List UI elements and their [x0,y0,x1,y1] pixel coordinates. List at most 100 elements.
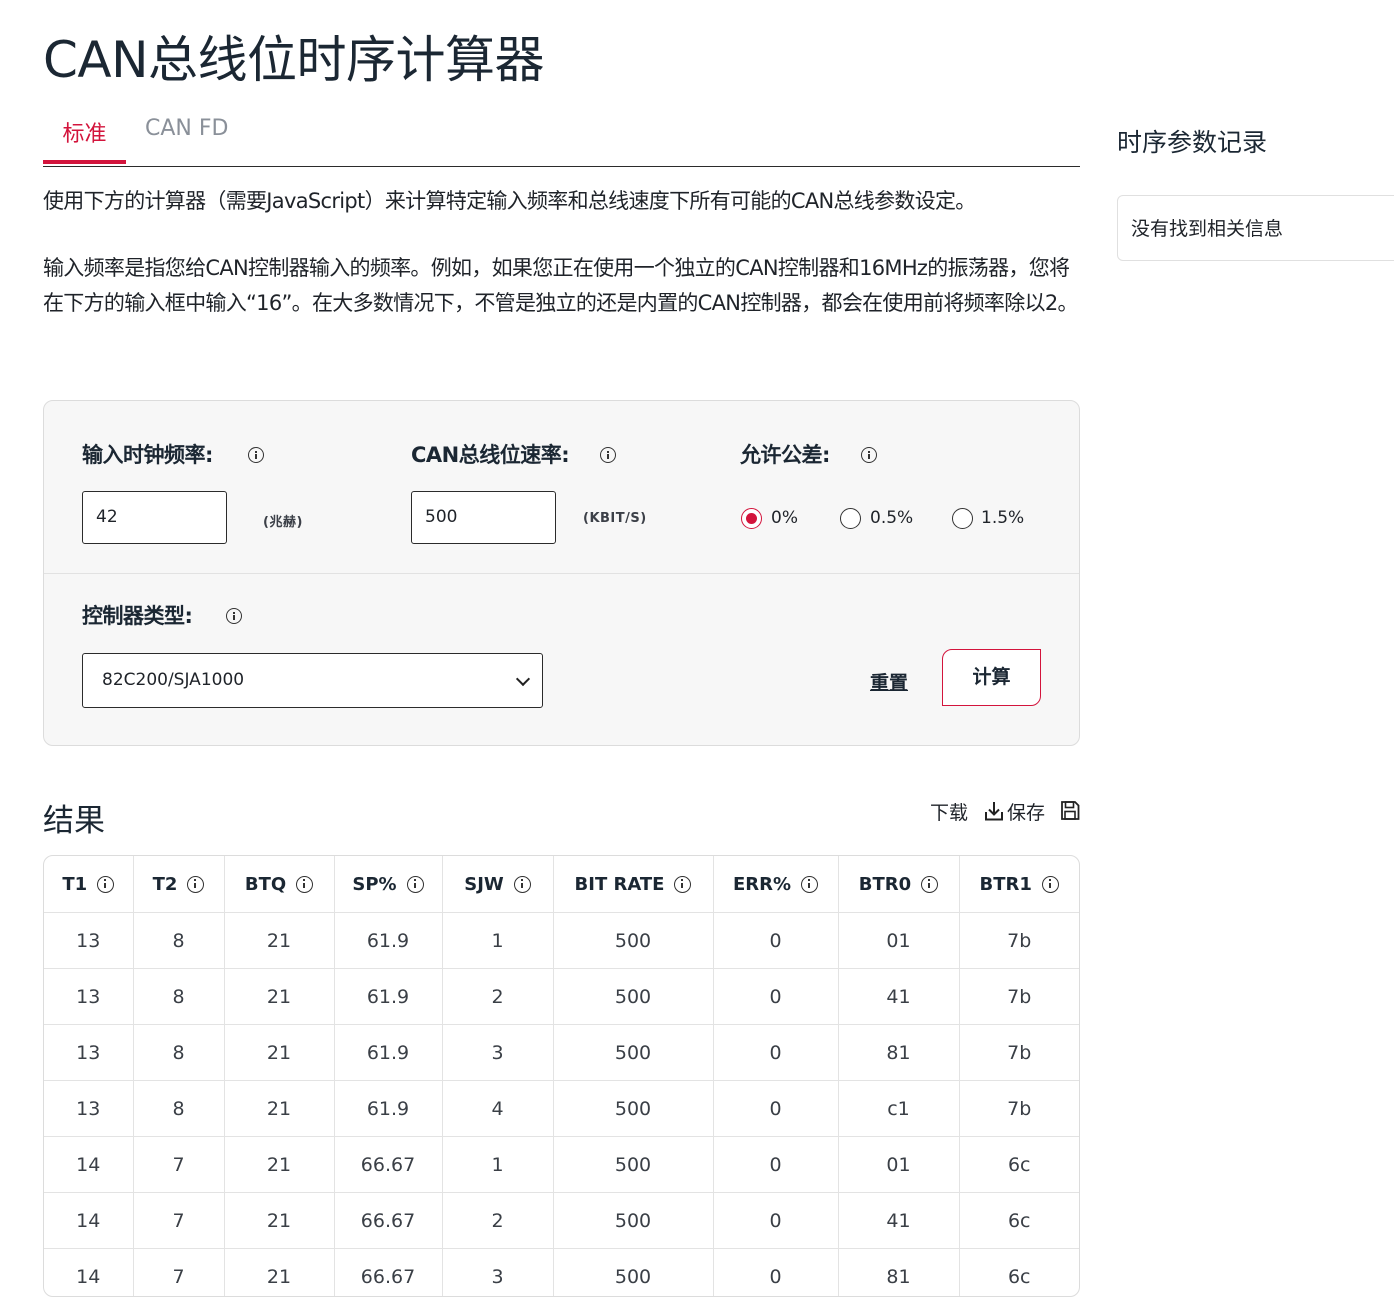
column-header[interactable]: BIT RATE [553,856,713,913]
info-icon[interactable] [674,876,691,893]
table-cell: 66.67 [334,1137,442,1193]
table-row[interactable]: 1382161.915000017b [44,913,1079,969]
clock-frequency-input[interactable]: 42 [82,491,227,544]
info-icon[interactable] [296,876,313,893]
column-header-label: T2 [153,874,178,895]
table-cell: 1 [442,1137,553,1193]
controller-type-label: 控制器类型: [82,600,192,630]
table-cell: 8 [133,969,224,1025]
table-cell: 500 [553,1193,713,1249]
column-header-label: BIT RATE [575,874,665,895]
column-header-inner: BTR0 [859,874,938,895]
info-icon[interactable] [407,876,424,893]
column-header-inner: T2 [153,874,205,895]
column-header[interactable]: BTQ [224,856,334,913]
table-cell: 0 [713,1137,838,1193]
tolerance-radio-1-5[interactable] [952,508,973,529]
table-cell: 13 [44,913,133,969]
table-cell: 500 [553,1081,713,1137]
column-header[interactable]: ERR% [713,856,838,913]
info-icon[interactable] [600,447,616,463]
column-header[interactable]: SP% [334,856,442,913]
table-cell: 500 [553,1137,713,1193]
table-cell: 61.9 [334,913,442,969]
info-icon[interactable] [801,876,818,893]
floppy-disk-icon[interactable] [1060,800,1080,821]
table-cell: 01 [838,913,959,969]
tolerance-radio-0[interactable] [741,508,762,529]
table-cell: 7 [133,1137,224,1193]
tab-standard[interactable]: 标准 [43,116,126,164]
tab-bar: 标准 CAN FD [43,100,1080,167]
sidebar-empty-box: 没有找到相关信息 [1117,195,1394,261]
info-icon[interactable] [514,876,531,893]
column-header-inner: BTQ [245,874,313,895]
table-cell: 01 [838,1137,959,1193]
table-cell: 0 [713,1249,838,1297]
column-header-inner: SJW [464,874,531,895]
column-header-label: SP% [352,874,396,895]
table-cell: 4 [442,1081,553,1137]
info-icon[interactable] [226,608,242,624]
column-header[interactable]: T1 [44,856,133,913]
intro-paragraph-1: 使用下方的计算器（需要JavaScript）来计算特定输入频率和总线速度下所有可… [43,184,1080,219]
table-row[interactable]: 1382161.935000817b [44,1025,1079,1081]
table-cell: 500 [553,913,713,969]
download-icon[interactable] [984,800,1004,822]
tolerance-option-label: 1.5% [981,508,1024,528]
intro-text: 使用下方的计算器（需要JavaScript）来计算特定输入频率和总线速度下所有可… [43,184,1080,353]
tab-can-fd[interactable]: CAN FD [145,116,228,164]
table-row[interactable]: 1382161.945000c17b [44,1081,1079,1137]
controller-type-select[interactable]: 82C200/SJA1000 [82,653,543,708]
sidebar-title: 时序参数记录 [1117,123,1267,159]
table-cell: 6c [959,1193,1079,1249]
info-icon[interactable] [921,876,938,893]
tolerance-radio-0-5[interactable] [840,508,861,529]
reset-button[interactable]: 重置 [870,668,908,695]
column-header[interactable]: T2 [133,856,224,913]
info-icon[interactable] [187,876,204,893]
table-row[interactable]: 1382161.925000417b [44,969,1079,1025]
controller-type-value: 82C200/SJA1000 [102,670,244,690]
column-header[interactable]: BTR1 [959,856,1079,913]
table-cell: 13 [44,1081,133,1137]
info-icon[interactable] [861,447,877,463]
table-cell: 21 [224,969,334,1025]
save-link[interactable]: 保存 [1007,798,1045,825]
info-icon[interactable] [97,876,114,893]
column-header-label: ERR% [733,874,791,895]
table-row[interactable]: 1472166.6715000016c [44,1137,1079,1193]
table-cell: 21 [224,1249,334,1297]
bitrate-input[interactable]: 500 [411,491,556,544]
info-icon[interactable] [248,447,264,463]
column-header[interactable]: SJW [442,856,553,913]
table-cell: 41 [838,1193,959,1249]
table-cell: 13 [44,969,133,1025]
table-row[interactable]: 1472166.6725000416c [44,1193,1079,1249]
info-icon[interactable] [1042,876,1059,893]
table-cell: 8 [133,1025,224,1081]
bitrate-unit-label: (KBIT/S) [583,511,647,526]
table-cell: 3 [442,1249,553,1297]
calculate-button[interactable]: 计算 [942,649,1041,706]
download-link[interactable]: 下载 [930,798,968,825]
table-cell: 1 [442,913,553,969]
table-cell: 8 [133,913,224,969]
table-cell: 21 [224,913,334,969]
page-title: CAN总线位时序计算器 [43,20,544,92]
table-cell: 66.67 [334,1193,442,1249]
table-cell: 14 [44,1249,133,1297]
table-cell: 14 [44,1193,133,1249]
table-cell: 0 [713,969,838,1025]
table-row[interactable]: 1472166.6735000816c [44,1249,1079,1297]
table-cell: 2 [442,969,553,1025]
table-cell: 61.9 [334,1081,442,1137]
table-cell: 7b [959,969,1079,1025]
column-header-label: SJW [464,874,504,895]
column-header[interactable]: BTR0 [838,856,959,913]
table-header-row: T1 T2 BTQ SP% SJW BIT RATE ERR% BTR0 BTR1 [44,856,1079,913]
table-cell: 500 [553,969,713,1025]
column-header-label: BTQ [245,874,286,895]
column-header-inner: BTR1 [980,874,1059,895]
table-cell: 0 [713,1193,838,1249]
